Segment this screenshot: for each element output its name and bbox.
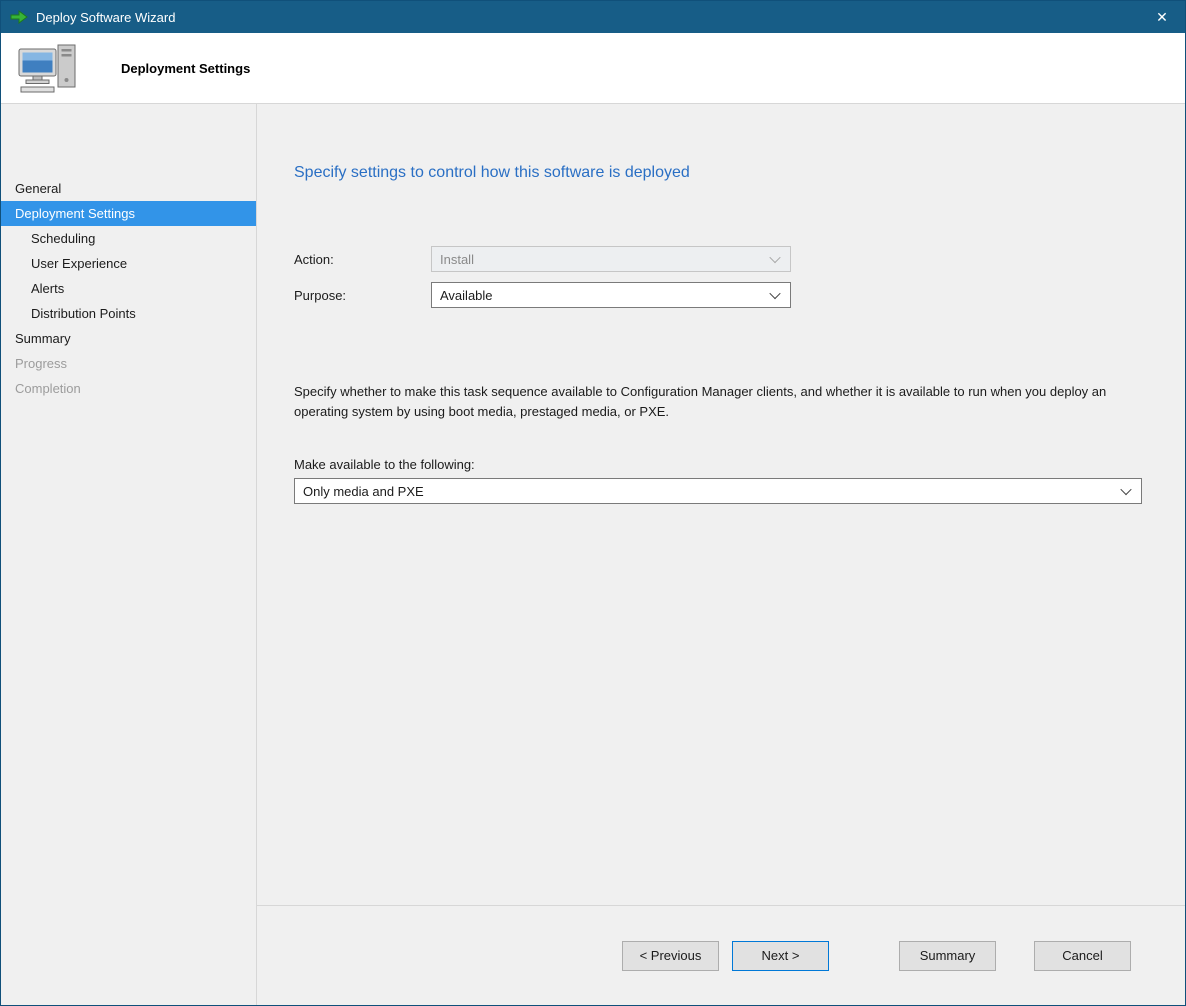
availability-description: Specify whether to make this task sequen… [294,382,1132,421]
action-value: Install [440,252,474,267]
titlebar: Deploy Software Wizard ✕ [1,1,1185,33]
close-icon: ✕ [1156,9,1168,26]
make-available-value: Only media and PXE [303,484,424,499]
action-row: Action: Install [294,246,1142,272]
chevron-down-icon [769,288,780,299]
summary-button[interactable]: Summary [899,941,996,971]
purpose-label: Purpose: [294,288,431,303]
wizard-steps-sidebar: General Deployment Settings Scheduling U… [1,104,257,1005]
sidebar-item-scheduling[interactable]: Scheduling [1,226,256,251]
computer-icon [17,42,79,94]
sidebar-item-user-experience[interactable]: User Experience [1,251,256,276]
action-dropdown: Install [431,246,791,272]
wizard-header: Deployment Settings [1,33,1185,104]
content-heading: Specify settings to control how this sof… [294,164,1142,182]
sidebar-item-completion: Completion [1,376,256,401]
sidebar-item-progress: Progress [1,351,256,376]
chevron-down-icon [769,252,780,263]
wizard-footer: < Previous Next > Summary Cancel [257,905,1185,1005]
green-arrow-icon [10,9,28,25]
sidebar-item-distribution-points[interactable]: Distribution Points [1,301,256,326]
purpose-value: Available [440,288,493,303]
window-title: Deploy Software Wizard [36,10,175,25]
deploy-software-wizard-window: Deploy Software Wizard ✕ Deployment Sett… [0,0,1186,1006]
page-title: Deployment Settings [121,61,250,76]
chevron-down-icon [1120,484,1131,495]
close-button[interactable]: ✕ [1139,1,1185,33]
next-button[interactable]: Next > [732,941,829,971]
sidebar-item-general[interactable]: General [1,176,256,201]
cancel-button[interactable]: Cancel [1034,941,1131,971]
previous-button[interactable]: < Previous [622,941,719,971]
deployment-settings-form: Specify settings to control how this sof… [257,104,1185,504]
sidebar-item-deployment-settings[interactable]: Deployment Settings [1,201,256,226]
action-label: Action: [294,252,431,267]
make-available-label: Make available to the following: [294,457,1142,472]
make-available-dropdown[interactable]: Only media and PXE [294,478,1142,504]
sidebar-item-alerts[interactable]: Alerts [1,276,256,301]
purpose-row: Purpose: Available [294,282,1142,308]
wizard-content: Specify settings to control how this sof… [257,104,1185,1005]
wizard-body: General Deployment Settings Scheduling U… [1,104,1185,1005]
purpose-dropdown[interactable]: Available [431,282,791,308]
sidebar-item-summary[interactable]: Summary [1,326,256,351]
